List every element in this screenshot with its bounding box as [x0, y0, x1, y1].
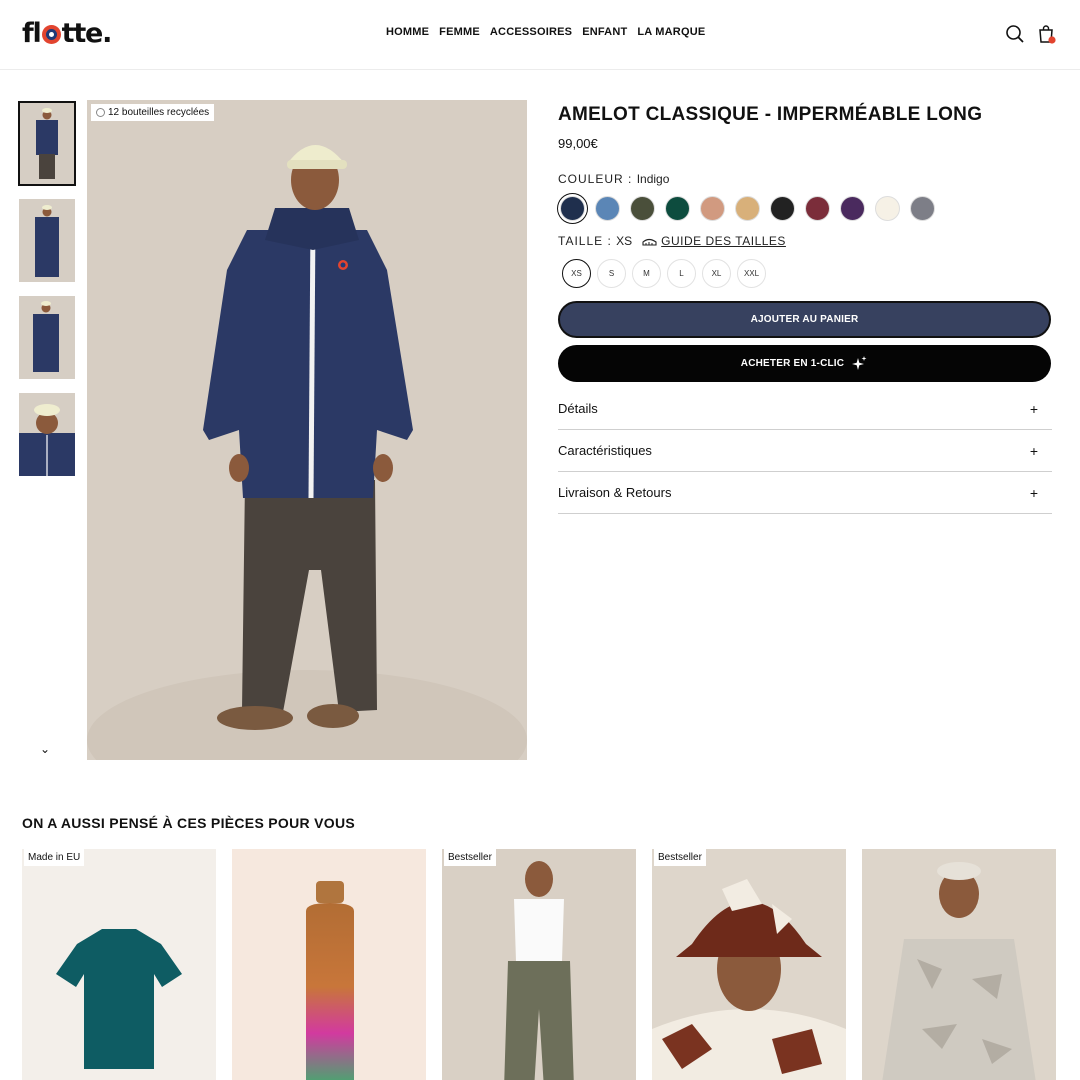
- accordion-list: Détails + Caractéristiques + Livraison &…: [558, 388, 1052, 514]
- thumbnail-2[interactable]: [19, 199, 75, 282]
- ruler-icon: [642, 238, 657, 246]
- plus-icon: +: [1029, 442, 1038, 459]
- logo-roundel-icon: [41, 25, 61, 44]
- brand-logo[interactable]: fl tte.: [22, 18, 112, 49]
- add-to-cart-label: AJOUTER AU PANIER: [750, 314, 859, 325]
- size-guide-text: GUIDE DES TAILLES: [661, 234, 786, 248]
- color-swatch-2[interactable]: [595, 196, 620, 221]
- color-swatch-10[interactable]: [875, 196, 900, 221]
- add-to-cart-button[interactable]: AJOUTER AU PANIER: [558, 301, 1051, 338]
- reco-card-bucket-hat[interactable]: Bestseller: [652, 849, 846, 1080]
- size-option-m[interactable]: M: [632, 259, 661, 288]
- reco-card-bottle[interactable]: [232, 849, 426, 1080]
- accordion-characteristics[interactable]: Caractéristiques +: [558, 430, 1052, 472]
- card-badge: Bestseller: [654, 849, 706, 866]
- main-nav: HOMME FEMME ACCESSOIRES ENFANT LA MARQUE: [386, 26, 705, 38]
- size-options: XS S M L XL XXL: [562, 259, 1052, 288]
- size-label: TAILLE :: [558, 234, 612, 248]
- accordion-characteristics-label: Caractéristiques: [558, 443, 652, 458]
- thumbnail-1[interactable]: [18, 101, 76, 186]
- plus-icon: +: [1029, 400, 1038, 417]
- recycled-bottles-badge: 12 bouteilles recyclées: [91, 104, 215, 121]
- color-swatch-6[interactable]: [735, 196, 760, 221]
- size-option-xl[interactable]: XL: [702, 259, 731, 288]
- size-option-xxl[interactable]: XXL: [737, 259, 766, 288]
- accordion-shipping-label: Livraison & Retours: [558, 485, 672, 500]
- size-option-xs[interactable]: XS: [562, 259, 591, 288]
- size-option-l[interactable]: L: [667, 259, 696, 288]
- color-value: Indigo: [636, 172, 670, 186]
- product-info: AMELOT CLASSIQUE - IMPERMÉABLE LONG 99,0…: [558, 104, 1052, 514]
- cart-icon[interactable]: [1037, 24, 1057, 44]
- thumbnail-3[interactable]: [19, 296, 75, 379]
- reco-card-cargo-pants[interactable]: Bestseller: [442, 849, 636, 1080]
- site-header: fl tte. HOMME FEMME ACCESSOIRES ENFANT LA…: [0, 0, 1080, 70]
- nav-item-femme[interactable]: FEMME: [439, 26, 480, 38]
- badge-text: 12 bouteilles recyclées: [108, 107, 210, 118]
- product-photo: [87, 100, 527, 760]
- sparkle-icon: [852, 355, 867, 370]
- nav-item-la-marque[interactable]: LA MARQUE: [637, 26, 705, 38]
- color-swatch-4[interactable]: [665, 196, 690, 221]
- size-option-s[interactable]: S: [597, 259, 626, 288]
- accordion-details-label: Détails: [558, 401, 598, 416]
- size-guide-link[interactable]: GUIDE DES TAILLES: [642, 234, 786, 248]
- chevron-down-icon[interactable]: ⌄: [40, 742, 50, 756]
- size-label-row: TAILLE : XS GUIDE DES TAILLES: [558, 234, 1052, 248]
- size-value: XS: [616, 234, 633, 248]
- nav-item-accessoires[interactable]: ACCESSOIRES: [490, 26, 572, 38]
- color-swatch-9[interactable]: [840, 196, 865, 221]
- thumbnail-4[interactable]: [19, 393, 75, 476]
- accordion-details[interactable]: Détails +: [558, 388, 1052, 430]
- reco-card-camo-jacket[interactable]: [862, 849, 1056, 1080]
- color-label-row: COULEUR : Indigo: [558, 172, 1052, 186]
- reco-card-tshirt[interactable]: Made in EU: [22, 849, 216, 1080]
- thumbnail-strip: [18, 101, 76, 490]
- recommendation-cards: Made in EU Bestseller Bestseller: [22, 849, 1056, 1080]
- product-title: AMELOT CLASSIQUE - IMPERMÉABLE LONG: [558, 104, 983, 125]
- color-swatch-5[interactable]: [700, 196, 725, 221]
- nav-item-enfant[interactable]: ENFANT: [582, 26, 627, 38]
- info-icon: [96, 108, 105, 117]
- card-badge: Bestseller: [444, 849, 496, 866]
- buy-one-click-button[interactable]: ACHETER EN 1-CLIC: [558, 345, 1051, 382]
- recommendations-title: ON A AUSSI PENSÉ À CES PIÈCES POUR VOUS: [22, 815, 355, 831]
- color-label: COULEUR :: [558, 172, 633, 186]
- nav-item-homme[interactable]: HOMME: [386, 26, 429, 38]
- color-swatches: [560, 196, 1052, 221]
- product-main-image[interactable]: 12 bouteilles recyclées: [87, 100, 527, 760]
- plus-icon: +: [1029, 484, 1038, 501]
- product-price: 99,00€: [558, 136, 598, 151]
- buy-one-click-label: ACHETER EN 1-CLIC: [740, 358, 845, 369]
- search-icon[interactable]: [1005, 24, 1025, 44]
- color-swatch-1[interactable]: [560, 196, 585, 221]
- color-swatch-11[interactable]: [910, 196, 935, 221]
- color-swatch-3[interactable]: [630, 196, 655, 221]
- accordion-shipping-returns[interactable]: Livraison & Retours +: [558, 472, 1052, 514]
- color-swatch-7[interactable]: [770, 196, 795, 221]
- color-swatch-8[interactable]: [805, 196, 830, 221]
- card-badge: Made in EU: [24, 849, 85, 866]
